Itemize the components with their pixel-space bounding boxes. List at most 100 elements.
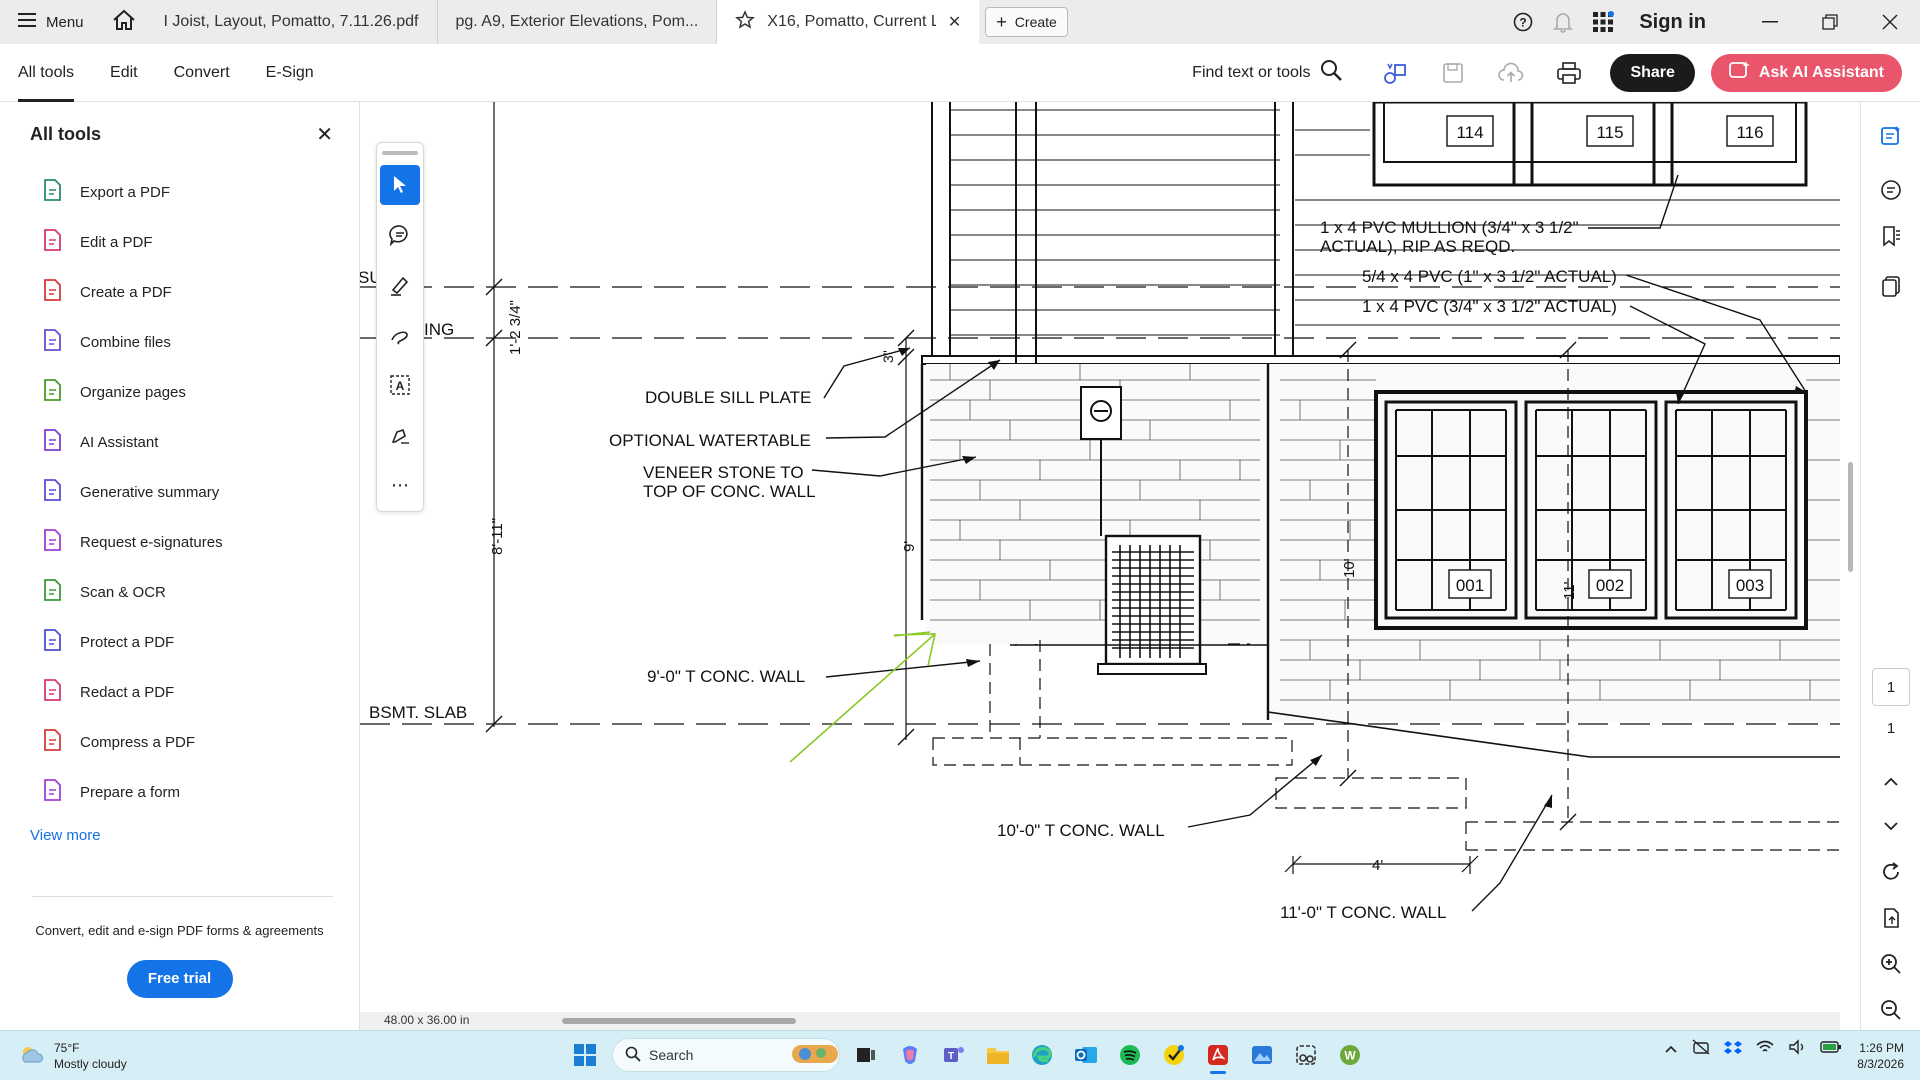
tab-edit[interactable]: Edit bbox=[92, 44, 156, 102]
rotate-icon[interactable] bbox=[1861, 852, 1920, 892]
taskbar-search[interactable]: Search bbox=[612, 1038, 840, 1072]
tab-esign[interactable]: E-Sign bbox=[248, 44, 332, 102]
tool-item-label: Scan & OCR bbox=[80, 583, 166, 601]
more-tools-icon[interactable]: ⋯ bbox=[380, 465, 420, 505]
save-icon[interactable] bbox=[1426, 44, 1480, 102]
minimize-icon[interactable] bbox=[1740, 0, 1800, 44]
print-icon[interactable] bbox=[1542, 44, 1596, 102]
edge-icon[interactable] bbox=[1024, 1036, 1060, 1074]
file-explorer-icon[interactable] bbox=[980, 1036, 1016, 1074]
photos-icon[interactable] bbox=[1244, 1036, 1280, 1074]
svg-text:?: ? bbox=[1520, 16, 1527, 30]
highlight-tool-icon[interactable] bbox=[380, 265, 420, 305]
tab-exterior-elevations[interactable]: pg. A9, Exterior Elevations, Pom... bbox=[438, 0, 718, 44]
share-button[interactable]: Share bbox=[1610, 53, 1695, 92]
help-icon[interactable]: ? bbox=[1503, 0, 1543, 44]
ai-assistant-icon bbox=[1729, 60, 1751, 85]
tool-item-request-esignatures[interactable]: Request e-signatures bbox=[0, 517, 359, 567]
cloud-upload-icon[interactable] bbox=[1484, 44, 1538, 102]
chevron-up-icon[interactable] bbox=[1664, 1041, 1678, 1059]
next-page-icon[interactable] bbox=[1861, 806, 1920, 846]
task-view-icon[interactable] bbox=[848, 1036, 884, 1074]
clock[interactable]: 1:26 PM 8/3/2026 bbox=[1830, 1040, 1904, 1072]
apps-grid-icon[interactable] bbox=[1583, 0, 1623, 44]
tool-item-ai-assistant[interactable]: AI Assistant bbox=[0, 417, 359, 467]
acrobat-icon[interactable] bbox=[1200, 1036, 1236, 1074]
tool-item-protect-pdf[interactable]: Protect a PDF bbox=[0, 617, 359, 667]
find-text-or-tools[interactable]: Find text or tools bbox=[1192, 59, 1343, 86]
tool-item-redact-pdf[interactable]: Redact a PDF bbox=[0, 667, 359, 717]
sign-tool-icon[interactable] bbox=[380, 415, 420, 455]
tool-item-prepare-form[interactable]: Prepare a form bbox=[0, 767, 359, 817]
copilot-icon[interactable] bbox=[892, 1036, 928, 1074]
word-app-icon[interactable]: W bbox=[1332, 1036, 1368, 1074]
volume-icon[interactable] bbox=[1788, 1039, 1806, 1060]
tool-item-combine-files[interactable]: Combine files bbox=[0, 317, 359, 367]
wall-11-label: 11'-0" T CONC. WALL bbox=[1280, 903, 1446, 922]
text-box-tool-icon[interactable]: A bbox=[380, 365, 420, 405]
view-more-link[interactable]: View more bbox=[0, 827, 359, 844]
pages-thumbnails-icon[interactable] bbox=[1861, 266, 1920, 306]
wifi-icon[interactable] bbox=[1756, 1040, 1774, 1059]
comment-tool-icon[interactable] bbox=[380, 215, 420, 255]
snipping-tool-icon[interactable] bbox=[1288, 1036, 1324, 1074]
ai-tools-icon[interactable] bbox=[1368, 44, 1422, 102]
page-export-icon[interactable] bbox=[1861, 898, 1920, 938]
free-trial-button[interactable]: Free trial bbox=[126, 960, 233, 998]
close-window-icon[interactable] bbox=[1860, 0, 1920, 44]
tool-item-export-pdf[interactable]: Export a PDF bbox=[0, 167, 359, 217]
sign-in-link[interactable]: Sign in bbox=[1639, 11, 1706, 34]
bell-icon[interactable] bbox=[1543, 0, 1583, 44]
star-icon[interactable] bbox=[735, 9, 756, 35]
weather-widget[interactable]: 75°F Mostly cloudy bbox=[18, 1040, 127, 1072]
search-icon bbox=[625, 1046, 641, 1065]
bookmarks-icon[interactable] bbox=[1861, 216, 1920, 256]
tools-list: Export a PDF Edit a PDF Create a PDF Combin… bbox=[0, 167, 359, 817]
quick-tools-bar: A ⋯ bbox=[376, 142, 424, 512]
horizontal-scrollbar[interactable] bbox=[562, 1018, 796, 1024]
menu-button[interactable]: Menu bbox=[0, 0, 102, 44]
zoom-out-icon[interactable] bbox=[1861, 990, 1920, 1030]
tool-item-scan-ocr[interactable]: Scan & OCR bbox=[0, 567, 359, 617]
drag-handle[interactable] bbox=[382, 151, 418, 155]
create-pdf-icon bbox=[42, 279, 62, 305]
comments-panel-icon[interactable] bbox=[1861, 116, 1920, 156]
home-button[interactable] bbox=[102, 0, 146, 44]
tool-item-label: Generative summary bbox=[80, 483, 220, 501]
teams-icon[interactable]: T bbox=[936, 1036, 972, 1074]
tab-convert[interactable]: Convert bbox=[156, 44, 248, 102]
close-tab-icon[interactable]: ✕ bbox=[948, 12, 961, 32]
norton-icon[interactable] bbox=[1156, 1036, 1192, 1074]
dropbox-icon[interactable] bbox=[1724, 1039, 1742, 1060]
sill-plate-label: DOUBLE SILL PLATE bbox=[645, 388, 811, 407]
ask-ai-assistant-button[interactable]: Ask AI Assistant bbox=[1710, 53, 1902, 92]
tab-all-tools[interactable]: All tools bbox=[0, 44, 92, 102]
spotify-icon[interactable] bbox=[1112, 1036, 1148, 1074]
tool-item-create-pdf[interactable]: Create a PDF bbox=[0, 267, 359, 317]
windows-start-icon[interactable] bbox=[566, 1036, 604, 1074]
tab-x16-active[interactable]: X16, Pomatto, Current La... ✕ bbox=[717, 0, 980, 44]
previous-page-icon[interactable] bbox=[1861, 762, 1920, 802]
vertical-scrollbar[interactable] bbox=[1848, 462, 1853, 572]
create-button[interactable]: + Create bbox=[985, 7, 1068, 37]
dim-10-label: 10' bbox=[1341, 558, 1358, 578]
tool-item-generative-summary[interactable]: Generative summary bbox=[0, 467, 359, 517]
document-viewport[interactable]: SU OOR ING BSMT. SLAB 1'-2 3/4" 8'-11" 3… bbox=[360, 102, 1840, 1014]
restore-icon[interactable] bbox=[1800, 0, 1860, 44]
current-page-field[interactable]: 1 bbox=[1872, 668, 1910, 706]
close-panel-icon[interactable]: ✕ bbox=[316, 122, 333, 147]
menu-label: Menu bbox=[46, 13, 84, 31]
tab-ijoist[interactable]: I Joist, Layout, Pomatto, 7.11.26.pdf bbox=[146, 0, 438, 44]
outlook-icon[interactable] bbox=[1068, 1036, 1104, 1074]
comment-icon[interactable] bbox=[1861, 170, 1920, 210]
select-tool-icon[interactable] bbox=[380, 165, 420, 205]
search-icon bbox=[1320, 59, 1343, 86]
tool-item-compress-pdf[interactable]: Compress a PDF bbox=[0, 717, 359, 767]
tool-item-edit-pdf[interactable]: Edit a PDF bbox=[0, 217, 359, 267]
scan-ocr-icon bbox=[42, 579, 62, 605]
pvc-14-label: 1 x 4 PVC (3/4" x 3 1/2" ACTUAL) bbox=[1362, 297, 1617, 316]
zoom-in-icon[interactable] bbox=[1861, 944, 1920, 984]
camera-off-icon[interactable] bbox=[1692, 1039, 1710, 1060]
tool-item-organize-pages[interactable]: Organize pages bbox=[0, 367, 359, 417]
draw-tool-icon[interactable] bbox=[380, 315, 420, 355]
